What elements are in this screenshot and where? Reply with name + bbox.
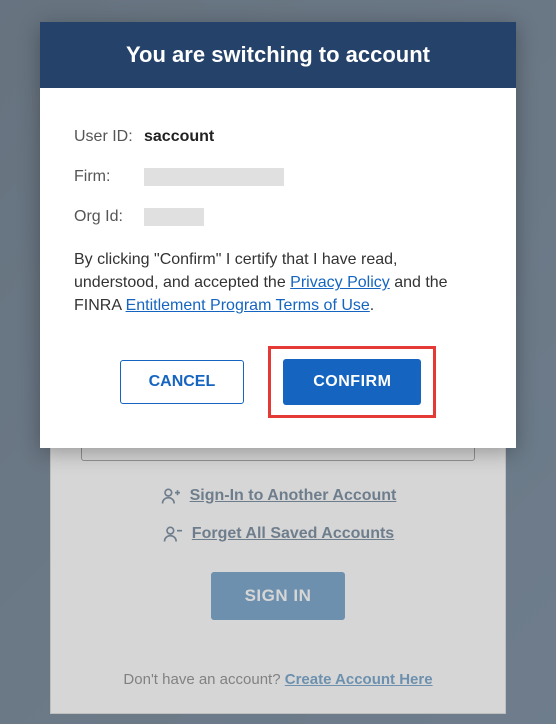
terms-of-use-link[interactable]: Entitlement Program Terms of Use xyxy=(126,297,370,314)
userid-label: User ID: xyxy=(74,128,144,146)
modal-body: User ID: saccount Firm: Org Id: By click… xyxy=(40,88,516,448)
consent-text: By clicking "Confirm" I certify that I h… xyxy=(74,248,482,318)
switch-account-modal: You are switching to account User ID: sa… xyxy=(40,22,516,448)
consent-part3: . xyxy=(370,297,374,314)
userid-value: saccount xyxy=(144,128,214,146)
orgid-label: Org Id: xyxy=(74,208,144,226)
userid-row: User ID: saccount xyxy=(74,128,482,146)
modal-actions: CANCEL CONFIRM xyxy=(74,346,482,418)
confirm-button[interactable]: CONFIRM xyxy=(283,359,421,405)
orgid-value-redacted xyxy=(144,208,204,226)
firm-row: Firm: xyxy=(74,168,482,186)
confirm-highlight: CONFIRM xyxy=(268,346,436,418)
firm-value-redacted xyxy=(144,168,284,186)
modal-title: You are switching to account xyxy=(40,22,516,88)
firm-label: Firm: xyxy=(74,168,144,186)
cancel-button[interactable]: CANCEL xyxy=(120,360,245,404)
orgid-row: Org Id: xyxy=(74,208,482,226)
privacy-policy-link[interactable]: Privacy Policy xyxy=(290,274,390,291)
